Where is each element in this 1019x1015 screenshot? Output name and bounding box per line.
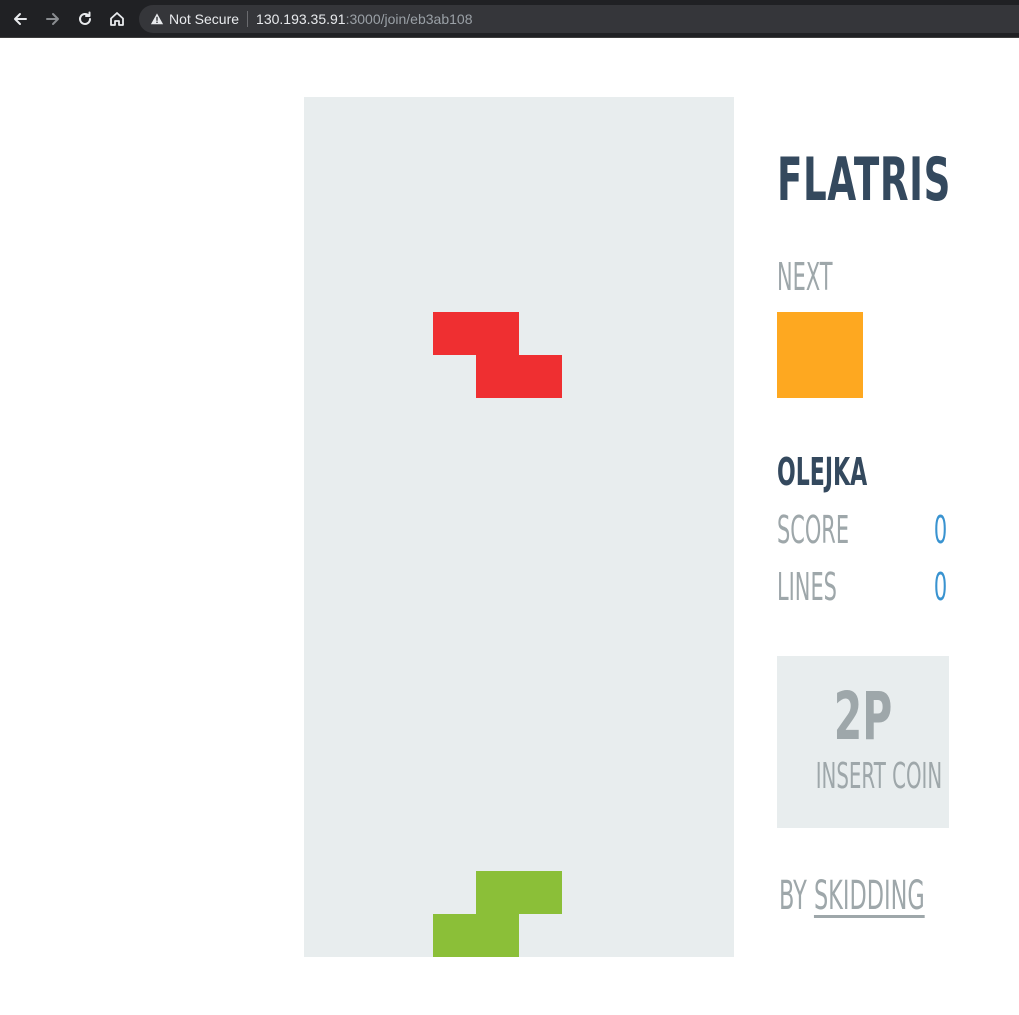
game-title: FLATRIS — [777, 145, 952, 215]
insert-coin-label: INSERT COIN — [815, 756, 943, 797]
score-value: 0 — [933, 508, 947, 552]
reload-button[interactable] — [74, 8, 96, 30]
arrow-left-icon — [14, 13, 27, 25]
next-piece-block — [777, 355, 820, 398]
settled-block — [476, 871, 519, 914]
next-label: NEXT — [777, 255, 833, 299]
arrow-right-icon — [46, 13, 59, 25]
active-piece-block — [476, 312, 519, 355]
omnibox-divider — [247, 11, 249, 27]
lines-value: 0 — [933, 565, 947, 609]
warning-icon — [149, 11, 165, 27]
next-piece-block — [777, 312, 820, 355]
player-name: OLEJKA — [777, 450, 868, 494]
browser-toolbar: Not Secure 130.193.35.91:3000/join/eb3ab… — [0, 0, 1019, 38]
credit-by: BY — [779, 873, 807, 919]
next-piece-block — [820, 312, 863, 355]
two-player-label: 2P — [833, 678, 893, 755]
credit-line: BY SKIDDING — [779, 875, 925, 917]
settled-block — [476, 914, 519, 957]
insert-coin-button[interactable]: 2P INSERT COIN — [777, 656, 949, 828]
active-piece-block — [433, 312, 476, 355]
active-piece-block — [519, 355, 562, 398]
home-button[interactable] — [106, 8, 128, 30]
author-link[interactable]: SKIDDING — [814, 873, 925, 919]
settled-block — [433, 914, 476, 957]
security-label[interactable]: Not Secure — [169, 11, 239, 27]
forward-button[interactable] — [42, 8, 64, 30]
lines-label: LINES — [777, 565, 837, 609]
reload-icon — [79, 11, 91, 25]
next-piece-block — [820, 355, 863, 398]
game-well[interactable] — [304, 97, 734, 957]
back-button[interactable] — [9, 8, 31, 30]
url-host: 130.193.35.91 — [256, 11, 346, 27]
settled-block — [519, 871, 562, 914]
next-piece-preview — [777, 312, 863, 398]
home-icon — [110, 12, 124, 26]
active-piece-block — [476, 355, 519, 398]
score-label: SCORE — [777, 508, 850, 552]
url-text[interactable]: 130.193.35.91:3000/join/eb3ab108 — [256, 11, 472, 27]
address-bar[interactable]: Not Secure 130.193.35.91:3000/join/eb3ab… — [139, 5, 1019, 33]
url-path: :3000/join/eb3ab108 — [345, 11, 473, 27]
